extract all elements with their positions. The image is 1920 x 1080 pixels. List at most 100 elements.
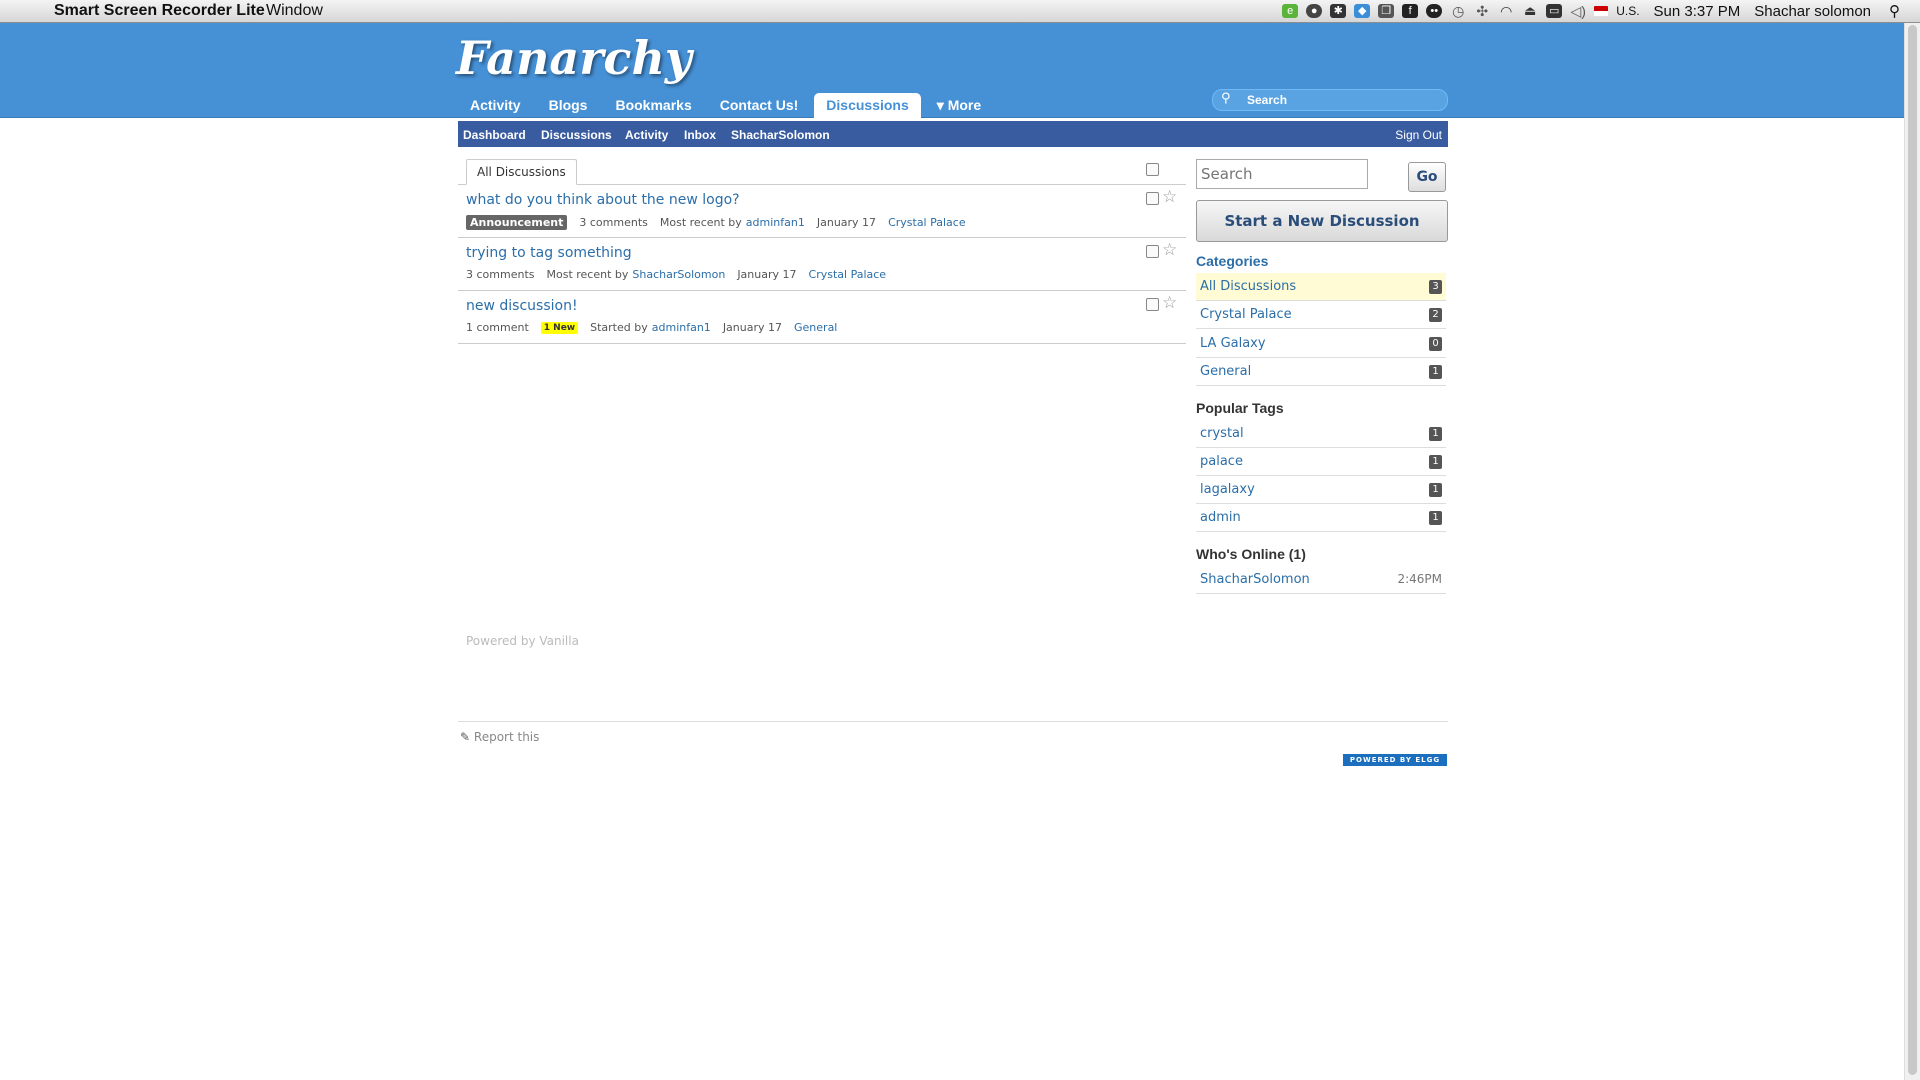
window-menu[interactable]: Window: [266, 2, 323, 20]
menubar-clock[interactable]: Sun 3:37 PM: [1654, 3, 1741, 20]
category-item[interactable]: LA Galaxy 0: [1196, 330, 1446, 358]
gear-icon[interactable]: ✱: [1330, 4, 1347, 18]
recent-prefix: Most recent by: [546, 268, 629, 281]
category-item[interactable]: General 1: [1196, 358, 1446, 386]
category-count: 1: [1429, 365, 1442, 379]
author-link[interactable]: adminfan1: [746, 216, 805, 229]
eject-icon[interactable]: ⏏: [1522, 4, 1538, 18]
menubar-user[interactable]: Shachar solomon: [1754, 3, 1871, 20]
bluetooth-icon[interactable]: ✣: [1474, 4, 1490, 18]
category-item[interactable]: All Discussions 3: [1196, 273, 1446, 301]
tag-count: 1: [1429, 511, 1442, 525]
report-link[interactable]: ✎ Report this: [460, 730, 539, 744]
nav-tab-blogs[interactable]: Blogs: [537, 93, 600, 117]
bookmark-star-icon[interactable]: ☆: [1162, 293, 1177, 313]
tag-label: palace: [1200, 454, 1243, 469]
category-link[interactable]: Crystal Palace: [809, 268, 887, 281]
author-link[interactable]: ShacharSolomon: [632, 268, 725, 281]
category-link[interactable]: General: [794, 321, 837, 334]
display-icon[interactable]: ▭: [1546, 4, 1563, 18]
tag-item[interactable]: lagalaxy 1: [1196, 476, 1446, 504]
announcement-badge: Announcement: [466, 215, 568, 230]
nav-tab-contact[interactable]: Contact Us!: [708, 93, 811, 117]
tag-label: admin: [1200, 510, 1241, 525]
forum-nav-activity[interactable]: Activity: [625, 128, 668, 142]
footer-divider: [458, 721, 1448, 722]
evernote-icon[interactable]: e: [1282, 4, 1299, 18]
report-label: Report this: [473, 730, 540, 744]
category-link[interactable]: Crystal Palace: [888, 216, 966, 229]
discussion-title[interactable]: what do you think about the new logo?: [466, 192, 740, 208]
comment-count: 1 comment: [466, 321, 529, 334]
discussion-checkbox[interactable]: [1146, 192, 1159, 205]
online-user-name: ShacharSolomon: [1200, 572, 1310, 587]
comment-count: 3 comments: [466, 268, 535, 281]
discussion-checkbox[interactable]: [1146, 245, 1159, 258]
sign-out-link[interactable]: Sign Out: [1395, 128, 1442, 142]
start-discussion-button[interactable]: Start a New Discussion: [1196, 200, 1448, 242]
search-icon: ⚲: [1221, 91, 1231, 106]
discussion-title[interactable]: new discussion!: [466, 298, 578, 314]
select-all-checkbox[interactable]: [1146, 163, 1159, 176]
tag-count: 1: [1429, 427, 1442, 441]
discussion-title[interactable]: trying to tag something: [466, 245, 632, 261]
discussion-item: what do you think about the new logo? ☆ …: [458, 185, 1186, 238]
tag-count: 1: [1429, 455, 1442, 469]
site-header: Fanarchy Activity Blogs Bookmarks Contac…: [0, 23, 1904, 118]
menubar-tray: e ● ✱ ◆ ❐ f •• ◷ ✣ ◠ ⏏ ▭ ◁) U.S. Sun 3:3…: [1282, 0, 1900, 22]
discussion-meta: 3 comments Most recent by ShacharSolomon…: [466, 268, 898, 281]
facebook-icon[interactable]: f: [1402, 4, 1419, 18]
forum-nav-bar: Dashboard Discussions Activity Inbox Sha…: [458, 121, 1448, 147]
nav-tab-discussions[interactable]: Discussions: [814, 93, 921, 118]
recorder-icon[interactable]: ●: [1306, 4, 1323, 18]
nav-tab-activity[interactable]: Activity: [458, 93, 533, 117]
nav-tab-more[interactable]: ▾ More: [925, 93, 993, 117]
sidebar-search-input[interactable]: [1196, 159, 1368, 189]
author-link[interactable]: adminfan1: [652, 321, 711, 334]
discussion-date: January 17: [737, 268, 797, 281]
report-icon: ✎: [460, 730, 471, 744]
category-count: 0: [1429, 337, 1442, 351]
discussion-meta: Announcement 3 comments Most recent by a…: [466, 215, 978, 230]
powered-by-vanilla[interactable]: Powered by Vanilla: [466, 634, 579, 648]
input-source[interactable]: U.S.: [1616, 4, 1639, 18]
site-nav: Activity Blogs Bookmarks Contact Us! Dis…: [458, 93, 997, 118]
site-logo[interactable]: Fanarchy: [456, 31, 692, 85]
wifi-icon[interactable]: ◠: [1498, 4, 1514, 18]
scrollbar-thumb[interactable]: [1908, 25, 1917, 1075]
tab-all-discussions[interactable]: All Discussions: [466, 159, 577, 185]
spotlight-icon[interactable]: ⚲: [1889, 2, 1900, 20]
category-label: General: [1200, 364, 1252, 379]
forum-nav-inbox[interactable]: Inbox: [684, 128, 716, 142]
tag-item[interactable]: crystal 1: [1196, 420, 1446, 448]
search-go-button[interactable]: Go: [1408, 162, 1446, 192]
bookmark-star-icon[interactable]: ☆: [1162, 187, 1177, 207]
discussion-checkbox[interactable]: [1146, 298, 1159, 311]
time-machine-icon[interactable]: ◷: [1450, 4, 1466, 18]
volume-icon[interactable]: ◁): [1570, 4, 1586, 18]
header-search-input[interactable]: [1245, 91, 1439, 109]
forum-nav-discussions[interactable]: Discussions: [541, 128, 612, 142]
online-user-row[interactable]: ShacharSolomon 2:46PM: [1196, 566, 1446, 594]
forum-nav-profile[interactable]: ShacharSolomon: [731, 128, 830, 142]
category-count: 3: [1429, 280, 1442, 294]
discussion-item: new discussion! ☆ 1 comment 1 New Starte…: [458, 291, 1186, 344]
category-item[interactable]: Crystal Palace 2: [1196, 301, 1446, 329]
powered-by-elgg-badge[interactable]: POWERED BY ELGG: [1343, 754, 1447, 766]
bookmark-star-icon[interactable]: ☆: [1162, 240, 1177, 260]
new-badge: 1 New: [540, 321, 579, 334]
app-name-menu[interactable]: Smart Screen Recorder Lite: [54, 2, 265, 20]
forum-nav-dashboard[interactable]: Dashboard: [463, 128, 526, 142]
dropbox-icon[interactable]: ◆: [1354, 4, 1371, 18]
discussion-tabs: All Discussions: [458, 159, 1186, 185]
tag-item[interactable]: admin 1: [1196, 504, 1446, 532]
tag-label: lagalaxy: [1200, 482, 1255, 497]
page-scrollbar[interactable]: [1904, 23, 1920, 1080]
nav-tab-bookmarks[interactable]: Bookmarks: [603, 93, 703, 117]
tag-item[interactable]: palace 1: [1196, 448, 1446, 476]
copy-icon[interactable]: ❐: [1378, 4, 1395, 18]
categories-heading: Categories: [1196, 253, 1269, 269]
flag-icon[interactable]: [1594, 6, 1609, 16]
category-count: 2: [1429, 308, 1442, 322]
dots-icon[interactable]: ••: [1426, 4, 1443, 18]
